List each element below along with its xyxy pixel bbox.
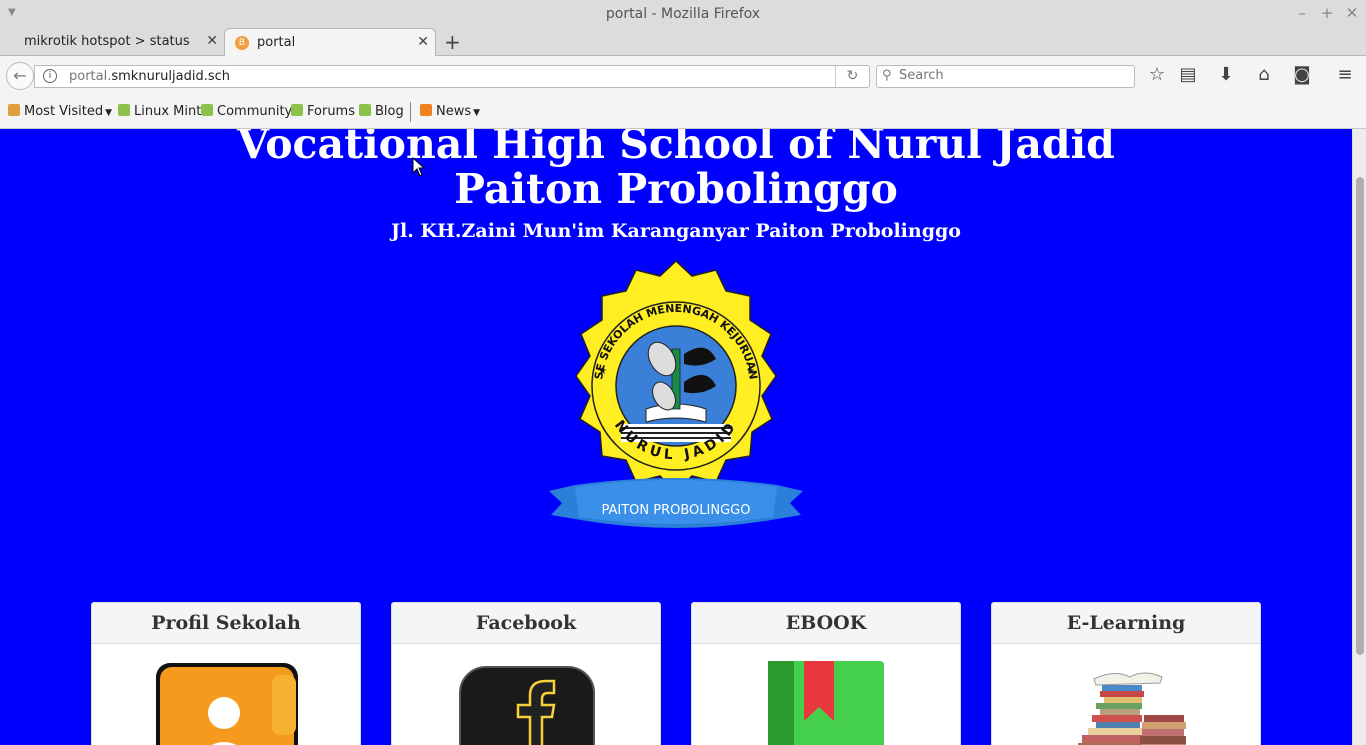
mint-icon bbox=[359, 104, 371, 116]
mint-icon bbox=[291, 104, 303, 116]
bookmark-label: Community bbox=[217, 104, 293, 119]
downloads-icon[interactable]: ⬇ bbox=[1214, 63, 1238, 87]
bookmark-forums[interactable]: Forums bbox=[291, 104, 355, 119]
page-title-line-2: Paiton Probolinggo bbox=[454, 165, 898, 213]
tab-label: mikrotik hotspot > status bbox=[24, 34, 190, 49]
chevron-down-icon: ▼ bbox=[105, 108, 113, 118]
bookmark-separator bbox=[410, 102, 411, 122]
page-content: Vocational High School of Nurul Jadid Pa… bbox=[0, 129, 1352, 745]
url-subdomain: portal. bbox=[69, 69, 112, 84]
bookmark-label: Linux Mint bbox=[134, 104, 202, 119]
folder-icon bbox=[8, 104, 20, 116]
site-info-icon[interactable]: i bbox=[43, 69, 57, 83]
reload-icon[interactable]: ↻ bbox=[835, 66, 869, 87]
card-profil-sekolah[interactable]: Profil Sekolah bbox=[91, 602, 361, 745]
tab-portal[interactable]: B portal ✕ bbox=[224, 28, 436, 56]
mouse-cursor-icon bbox=[412, 157, 426, 177]
url-bar[interactable]: i portal.smknuruljadid.sch ↻ bbox=[34, 65, 870, 88]
maximize-icon[interactable]: + bbox=[1317, 4, 1337, 22]
window-titlebar: ▼ portal - Mozilla Firefox – + ✕ bbox=[0, 0, 1366, 28]
scrollbar-thumb[interactable] bbox=[1356, 177, 1364, 655]
back-arrow-icon: ← bbox=[13, 66, 27, 85]
card-ebook[interactable]: EBOOK bbox=[691, 602, 961, 745]
page-scrollbar[interactable] bbox=[1352, 129, 1366, 745]
card-facebook[interactable]: Facebook bbox=[391, 602, 661, 745]
card-title: Profil Sekolah bbox=[92, 603, 360, 644]
rss-icon bbox=[420, 104, 432, 116]
bookmarks-toolbar: Most Visited ▼ Linux Mint Community Forum… bbox=[0, 96, 1366, 129]
search-input[interactable] bbox=[899, 68, 1119, 83]
school-address: Jl. KH.Zaini Mun'im Karanganyar Paiton P… bbox=[391, 220, 961, 242]
bookmark-community[interactable]: Community bbox=[201, 104, 292, 119]
menu-icon[interactable]: ≡ bbox=[1333, 63, 1357, 87]
profile-icon bbox=[156, 663, 298, 745]
search-box[interactable]: ⚲ bbox=[876, 65, 1135, 88]
mint-icon bbox=[118, 104, 130, 116]
facebook-icon bbox=[459, 666, 595, 745]
ebook-icon bbox=[768, 661, 884, 745]
bookmark-star-icon[interactable]: ☆ bbox=[1145, 63, 1169, 87]
card-title: Facebook bbox=[392, 603, 660, 644]
close-tab-icon[interactable]: ✕ bbox=[417, 34, 429, 50]
bookmark-linux-mint[interactable]: Linux Mint bbox=[118, 104, 201, 119]
bookmark-label: Blog bbox=[375, 104, 404, 119]
close-tab-icon[interactable]: ✕ bbox=[206, 33, 218, 49]
card-e-learning[interactable]: E-Learning bbox=[991, 602, 1261, 745]
back-button[interactable]: ← bbox=[6, 62, 34, 90]
close-window-icon[interactable]: ✕ bbox=[1342, 4, 1362, 22]
books-stack-icon bbox=[1078, 672, 1186, 745]
logo-banner-text: PAITON PROBOLINGGO bbox=[602, 503, 751, 518]
school-logo: ★ ★ SE SEKOLAH MENENGAH KEJURUAN NURUL J… bbox=[549, 259, 803, 528]
bookmark-label: Most Visited bbox=[24, 104, 104, 119]
card-title: E-Learning bbox=[992, 603, 1260, 644]
window-title: portal - Mozilla Firefox bbox=[605, 6, 761, 22]
card-title: EBOOK bbox=[692, 603, 960, 644]
pocket-icon[interactable]: ◙ bbox=[1290, 63, 1314, 87]
tab-mikrotik-status[interactable]: mikrotik hotspot > status ✕ bbox=[0, 28, 224, 56]
chevron-down-icon: ▼ bbox=[473, 108, 481, 118]
url-text[interactable]: portal.smknuruljadid.sch bbox=[69, 69, 230, 84]
tab-label: portal bbox=[257, 35, 296, 50]
tab-strip: mikrotik hotspot > status ✕ B portal ✕ bbox=[0, 28, 1366, 56]
mint-icon bbox=[201, 104, 213, 116]
bookmark-label: News bbox=[436, 104, 472, 119]
home-icon[interactable]: ⌂ bbox=[1252, 63, 1276, 87]
bookmark-most-visited[interactable]: Most Visited ▼ bbox=[8, 104, 112, 119]
new-tab-button[interactable]: + bbox=[444, 30, 461, 54]
favicon-icon: B bbox=[235, 36, 249, 50]
reading-list-icon[interactable]: ▤ bbox=[1176, 63, 1200, 87]
bookmark-news[interactable]: News ▼ bbox=[420, 104, 480, 119]
bookmark-label: Forums bbox=[307, 104, 355, 119]
url-host: smknuruljadid.sch bbox=[111, 69, 230, 84]
minimize-icon[interactable]: – bbox=[1292, 4, 1312, 22]
search-icon: ⚲ bbox=[882, 68, 892, 83]
page-title-line-1: Vocational High School of Nurul Jadid bbox=[237, 129, 1115, 168]
bookmark-blog[interactable]: Blog bbox=[359, 104, 404, 119]
